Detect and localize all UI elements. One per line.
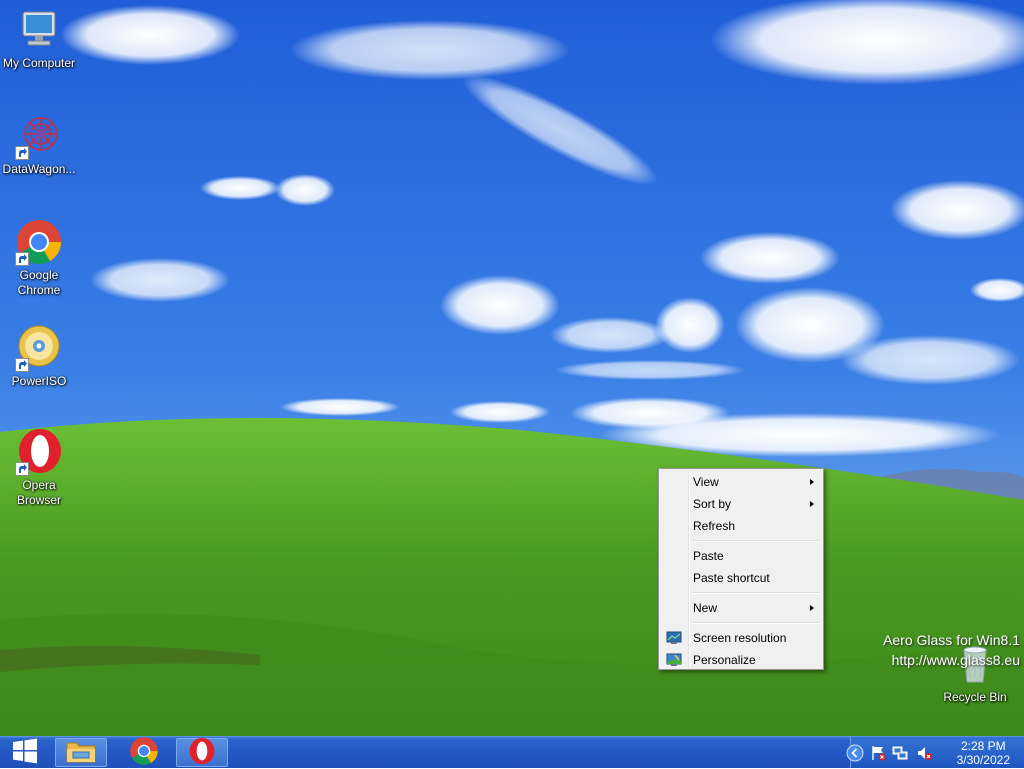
taskbar-file-explorer-button[interactable] <box>55 738 107 767</box>
notification-area: 2:28 PM 3/30/2022 <box>846 737 1024 768</box>
desktop-icon-poweriso[interactable]: PowerISO <box>0 324 78 389</box>
opera-icon <box>187 736 217 769</box>
file-explorer-icon <box>65 738 97 767</box>
opera-icon <box>15 428 63 476</box>
menu-item-label: Screen resolution <box>693 631 787 645</box>
chrome-icon <box>129 736 159 769</box>
clock-time: 2:28 PM <box>960 739 1006 753</box>
shortcut-arrow-icon <box>15 252 29 266</box>
menu-item-label: Refresh <box>693 519 736 533</box>
desktop-icon-label-line1: Google <box>19 268 59 282</box>
shortcut-arrow-icon <box>15 358 29 372</box>
taskbar-clock[interactable]: 2:28 PM 3/30/2022 <box>957 739 1010 767</box>
desktop-icon-label-line2: Browser <box>16 493 61 507</box>
network-icon[interactable] <box>892 745 908 761</box>
menu-item-refresh[interactable]: Refresh <box>659 515 823 537</box>
desktop-icon-label: DataWagon... <box>2 162 76 176</box>
watermark-line1: Aero Glass for Win8.1 <box>883 632 1020 648</box>
taskbar-chrome-button[interactable] <box>118 736 170 769</box>
desktop-icon-opera-browser[interactable]: Opera Browser <box>0 428 78 508</box>
menu-item-label: Paste shortcut <box>693 571 770 585</box>
menu-item-sort-by[interactable]: Sort by <box>659 493 823 515</box>
watermark-line2: http://www.glass8.eu <box>891 652 1020 668</box>
menu-item-personalize[interactable]: Personalize <box>659 649 823 671</box>
desktop-context-menu: View Sort by Refresh Paste Paste shortcu… <box>658 468 824 670</box>
start-button[interactable] <box>0 737 50 768</box>
action-center-flag-icon[interactable] <box>870 745 886 761</box>
menu-item-label: View <box>693 475 719 489</box>
menu-item-label: Sort by <box>693 497 732 511</box>
menu-item-screen-resolution[interactable]: Screen resolution <box>659 627 823 649</box>
shortcut-arrow-icon <box>15 146 29 160</box>
menu-item-paste[interactable]: Paste <box>659 545 823 567</box>
volume-muted-icon[interactable] <box>916 745 932 761</box>
submenu-arrow-icon <box>810 501 814 507</box>
menu-separator <box>691 622 821 624</box>
desktop-icon-datawagon[interactable]: DataWagon... <box>0 112 78 177</box>
display-icon <box>666 630 682 646</box>
datawagon-icon <box>15 112 63 160</box>
submenu-arrow-icon <box>810 479 814 485</box>
menu-item-label: Paste <box>693 549 724 563</box>
menu-item-paste-shortcut[interactable]: Paste shortcut <box>659 567 823 589</box>
desktop-icon-label-line2: Chrome <box>17 283 61 297</box>
taskbar: 2:28 PM 3/30/2022 <box>0 736 1024 768</box>
submenu-arrow-icon <box>810 605 814 611</box>
menu-separator <box>691 592 821 594</box>
menu-item-new[interactable]: New <box>659 597 823 619</box>
desktop-icon-label: PowerISO <box>11 374 67 388</box>
chrome-icon <box>15 218 63 266</box>
windows-logo-icon <box>12 738 38 767</box>
clock-date: 3/30/2022 <box>956 753 1010 767</box>
personalize-icon <box>666 652 682 668</box>
desktop-wallpaper[interactable] <box>0 0 1024 736</box>
menu-item-label: Personalize <box>693 653 756 667</box>
desktop-icon-label: My Computer <box>2 56 76 70</box>
poweriso-icon <box>15 324 63 372</box>
menu-item-label: New <box>693 601 718 615</box>
shortcut-arrow-icon <box>15 462 29 476</box>
desktop-icon-label: Recycle Bin <box>943 690 1007 704</box>
menu-item-view[interactable]: View <box>659 471 823 493</box>
taskbar-opera-button[interactable] <box>176 736 228 769</box>
aero-glass-watermark: Aero Glass for Win8.1 http://www.glass8.… <box>883 630 1020 670</box>
computer-icon <box>15 6 63 54</box>
show-hidden-icons-icon[interactable] <box>846 744 864 762</box>
desktop-icon-label-line1: Opera <box>22 478 56 492</box>
menu-separator <box>691 540 821 542</box>
desktop-icon-google-chrome[interactable]: Google Chrome <box>0 218 78 298</box>
desktop-icon-my-computer[interactable]: My Computer <box>0 6 78 71</box>
